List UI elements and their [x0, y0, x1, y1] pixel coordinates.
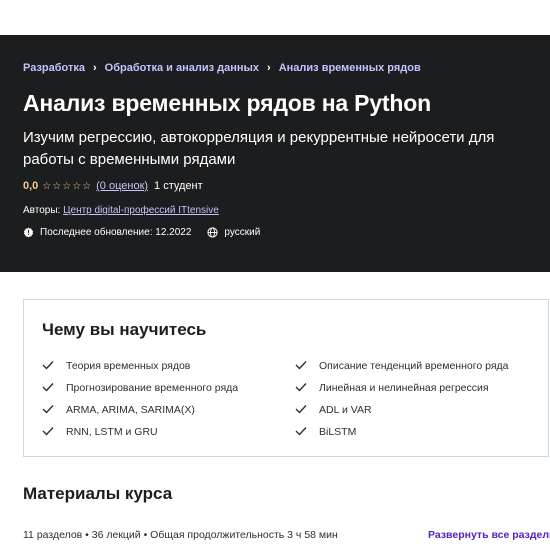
top-strip — [0, 0, 550, 35]
learn-item-text: Линейная и нелинейная регрессия — [319, 382, 489, 394]
authors-label: Авторы: — [23, 205, 61, 216]
learn-item: RNN, LSTM и GRU — [42, 426, 158, 438]
learn-item: Описание тенденций временного ряда — [295, 360, 508, 372]
breadcrumb-item-development[interactable]: Разработка — [23, 62, 85, 74]
check-icon — [295, 404, 309, 416]
check-icon — [42, 360, 56, 372]
breadcrumb-separator-icon: › — [93, 62, 97, 74]
check-icon — [42, 404, 56, 416]
check-icon — [42, 426, 56, 438]
breadcrumb-item-time-series[interactable]: Анализ временных рядов — [279, 62, 421, 74]
star-rating-icon: ☆☆☆☆☆ — [42, 180, 93, 192]
learn-item-text: ADL и VAR — [319, 404, 372, 416]
course-hero: Разработка › Обработка и анализ данных ›… — [0, 35, 550, 272]
check-icon — [295, 382, 309, 394]
students-count: 1 студент — [154, 180, 203, 192]
globe-icon — [207, 227, 219, 238]
breadcrumb-separator-icon: › — [267, 62, 271, 74]
breadcrumb: Разработка › Обработка и анализ данных ›… — [23, 62, 421, 74]
course-subtitle: Изучим регрессию, автокорреляция и рекур… — [23, 129, 495, 168]
course-materials-title: Материалы курса — [23, 484, 173, 503]
learn-item: BiLSTM — [295, 426, 356, 438]
learn-item-text: BiLSTM — [319, 426, 357, 438]
check-icon — [42, 382, 56, 394]
learn-item: ADL и VAR — [295, 404, 372, 416]
learn-item-text: Прогнозирование временного ряда — [66, 382, 239, 394]
learn-item: ARMA, ARIMA, SARIMA(X) — [42, 404, 195, 416]
learn-item-text: RNN, LSTM и GRU — [66, 426, 158, 438]
rating-value: 0,0 — [23, 180, 39, 192]
learn-item-text: Описание тенденций временного ряда — [319, 360, 509, 372]
author-link[interactable]: Центр digital-профессий ITtensive — [63, 205, 219, 216]
authors-row: Авторы: Центр digital-профессий ITtensiv… — [23, 205, 219, 216]
learn-item: Прогнозирование временного ряда — [42, 382, 238, 394]
expand-all-sections-button[interactable]: Развернуть все разделы — [428, 529, 550, 541]
check-icon — [295, 426, 309, 438]
rating-count-link[interactable]: (0 оценок) — [96, 180, 148, 192]
what-you-learn-title: Чему вы научитесь — [42, 320, 207, 339]
course-title: Анализ временных рядов на Python — [23, 90, 431, 116]
last-update: Последнее обновление: 12.2022 — [40, 227, 192, 238]
rating-row: 0,0 ☆☆☆☆☆ (0 оценок) 1 студент — [23, 180, 203, 192]
alert-badge-icon — [23, 227, 34, 238]
learn-item-text: Теория временных рядов — [66, 360, 191, 372]
learn-item: Линейная и нелинейная регрессия — [295, 382, 489, 394]
learn-item: Теория временных рядов — [42, 360, 190, 372]
course-stats: 11 разделов • 36 лекций • Общая продолжи… — [23, 529, 338, 541]
breadcrumb-item-data-analysis[interactable]: Обработка и анализ данных — [105, 62, 259, 74]
meta-row: Последнее обновление: 12.2022 русский — [23, 227, 260, 238]
course-language: русский — [224, 227, 261, 238]
learn-item-text: ARMA, ARIMA, SARIMA(X) — [66, 404, 195, 416]
check-icon — [295, 360, 309, 372]
what-you-learn-box: Чему вы научитесь Теория временных рядов… — [23, 299, 549, 457]
